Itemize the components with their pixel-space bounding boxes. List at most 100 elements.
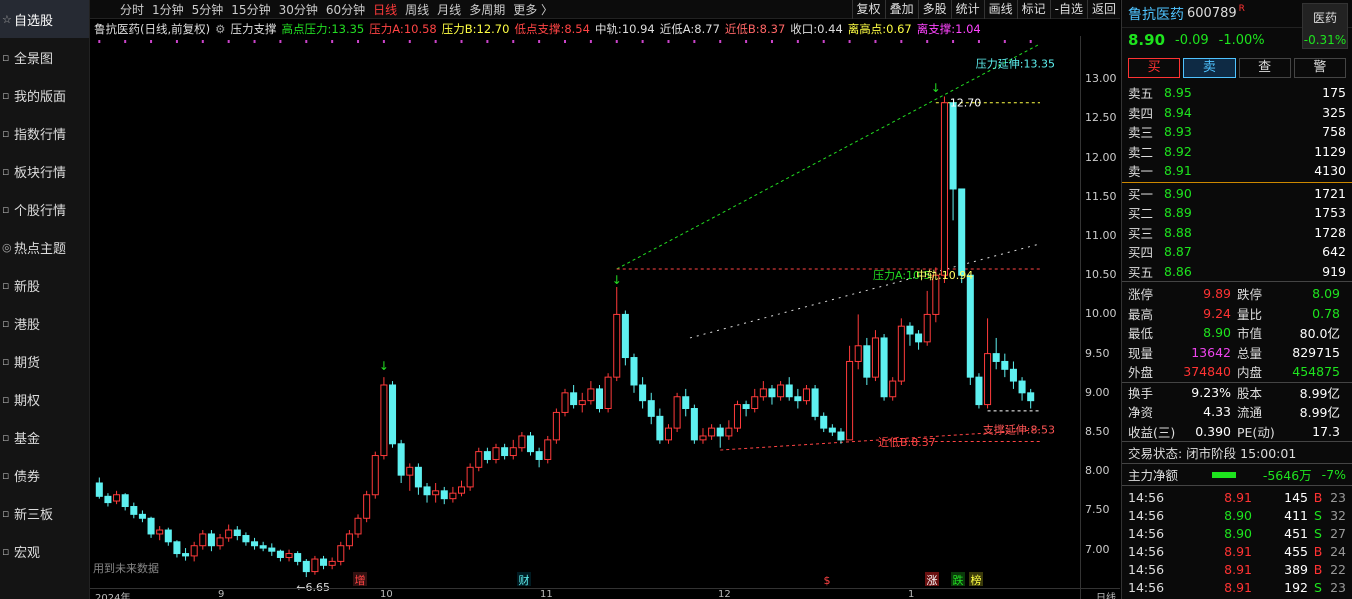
period-tab-8[interactable]: 月线 [433,1,465,18]
sidebar-item-7[interactable]: ▫ 新股 [0,266,89,304]
candle-body [682,396,690,410]
sidebar-item-4[interactable]: ▫ 板块行情 [0,152,89,190]
event-marker[interactable]: 增 [355,573,366,587]
indicator-key: 高点压力: [281,22,332,36]
price-tick: 10.00 [1085,307,1117,321]
trade-button-2[interactable]: 查 [1238,58,1291,78]
sidebar-item-12[interactable]: ▫ 债券 [0,456,89,494]
period-tab-1[interactable]: 1分钟 [148,1,188,18]
toolbar-action-7[interactable]: 返回 [1086,0,1120,19]
sidebar-item-10[interactable]: ▫ 期权 [0,380,89,418]
toolbar-action-0[interactable]: 复权 [851,0,885,19]
event-marker[interactable]: 跌 [953,573,964,587]
orderbook-row[interactable]: 买五 8.86 919 [1122,262,1352,282]
sidebar-item-3[interactable]: ▫ 指数行情 [0,114,89,152]
stat-value: 9.89 [1203,286,1231,302]
toolbar-action-4[interactable]: 画线 [983,0,1017,19]
toolbar-action-1[interactable]: 叠加 [884,0,918,19]
sidebar-item-2[interactable]: ▫ 我的版面 [0,76,89,114]
candle [268,543,276,556]
toolbar-action-2[interactable]: 多股 [917,0,951,19]
orderbook-row[interactable]: 买一 8.90 1721 [1122,184,1352,204]
orderbook-row[interactable]: 卖一 8.91 4130 [1122,161,1352,181]
indicator-value: 0.67 [886,22,912,36]
sidebar-item-13[interactable]: ▫ 新三板 [0,494,89,532]
orderbook-row[interactable]: 卖四 8.94 325 [1122,103,1352,123]
period-tab-9[interactable]: 多周期 [465,1,509,18]
top-dot [175,40,178,43]
orderbook-divider [1122,181,1352,183]
sidebar-item-14[interactable]: ▫ 宏观 [0,532,89,570]
sector-tab[interactable]: 医药 -0.31% [1302,3,1348,49]
sidebar-item-11[interactable]: ▫ 基金 [0,418,89,456]
kline-chart[interactable]: ↓↓↓←6.65压力延伸:13.35支撑延伸:8.5312.70压力A:10.5… [90,36,1080,591]
candle [820,412,828,433]
period-tab-4[interactable]: 30分钟 [275,1,322,18]
candle [785,377,793,401]
event-marker[interactable]: 财 [519,573,530,587]
tick-count: 23 [1330,489,1346,505]
trade-button-1[interactable]: 卖 [1183,58,1236,78]
trade-button-0[interactable]: 买 [1128,58,1181,78]
peak-arrow: ↓ [612,273,622,287]
orderbook-volume: 642 [1322,244,1346,260]
sidebar-item-9[interactable]: ▫ 期货 [0,342,89,380]
orderbook-row[interactable]: 买四 8.87 642 [1122,242,1352,262]
sidebar-item-icon: ▫ [2,164,10,178]
period-tab-5[interactable]: 60分钟 [322,1,369,18]
stat-label: PE(动) [1237,424,1275,440]
sidebar-item-icon: ▫ [2,50,10,64]
candle-body [113,494,121,502]
event-marker[interactable]: $ [824,574,831,587]
candle [199,530,207,550]
tick-side: B [1313,489,1323,505]
sidebar-item-0[interactable]: ☆ 自选股 [0,0,89,38]
candle [294,551,302,566]
top-dot [667,40,670,43]
candle [95,477,103,499]
toolbar-actions: 复权 叠加 多股 统计 画线 标记 -自选 返回 [851,0,1120,19]
tick-price: 8.91 [1224,489,1252,505]
indicator-item: 离支撑:1.04 [917,21,981,37]
orderbook-row[interactable]: 买三 8.88 1728 [1122,223,1352,243]
sidebar-item-5[interactable]: ▫ 个股行情 [0,190,89,228]
indicator-name[interactable]: 压力支撑 [230,21,276,37]
period-tab-10[interactable]: 更多 〉 [509,1,557,18]
period-tab-2[interactable]: 5分钟 [188,1,228,18]
candle [414,463,422,495]
trade-button-3[interactable]: 警 [1293,58,1346,78]
indicator-title[interactable]: 鲁抗医药(日线,前复权) [94,21,210,37]
orderbook-price: 8.90 [1164,185,1192,201]
event-marker[interactable]: 榜 [971,573,982,587]
top-dot [1003,40,1006,43]
orderbook-row[interactable]: 买二 8.89 1753 [1122,203,1352,223]
tick-volume: 411 [1284,507,1308,523]
sidebar-item-8[interactable]: ▫ 港股 [0,304,89,342]
top-dot [486,40,489,43]
candle-body [621,313,629,359]
orderbook-row[interactable]: 卖五 8.95 175 [1122,83,1352,103]
indicator-item: 压力B:12.70 [442,21,510,37]
event-marker[interactable]: 涨 [927,574,938,587]
orderbook-volume: 4130 [1314,163,1346,179]
sidebar-item-1[interactable]: ▫ 全景图 [0,38,89,76]
toolbar-action-3[interactable]: 统计 [950,0,984,19]
period-tab-7[interactable]: 周线 [401,1,433,18]
indicator-settings-icon[interactable]: ⚙ [215,22,225,36]
period-tab-3[interactable]: 15分钟 [227,1,274,18]
toolbar-action-5[interactable]: 标记 [1016,0,1050,19]
orderbook-row[interactable]: 卖三 8.93 758 [1122,122,1352,142]
candle [647,392,655,425]
toolbar-action-6[interactable]: -自选 [1049,0,1087,19]
candle-body [389,384,397,445]
period-tab-0[interactable]: 分时 [116,1,148,18]
candle [613,286,621,382]
candle [363,490,371,523]
period-tab-6[interactable]: 日线 [369,1,401,18]
candle [992,337,1000,370]
tick-price: 8.91 [1224,579,1252,595]
sidebar-item-6[interactable]: ◎ 热点主题 [0,228,89,266]
orderbook-row[interactable]: 卖二 8.92 1129 [1122,142,1352,162]
peak-label: 12.70 [950,97,982,110]
candle-body [656,415,664,441]
